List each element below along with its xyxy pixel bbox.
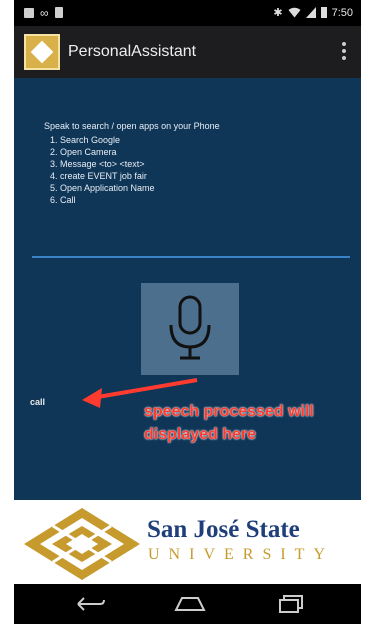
instruction-item: 6. Call [50,195,76,205]
annotation-text: speech processed will displayed here [144,400,314,446]
main-content: Speak to search / open apps on your Phon… [14,78,361,500]
annotation-line-1: speech processed will [144,403,314,420]
action-bar: PersonalAssistant [14,26,361,78]
battery-icon [320,7,327,18]
instruction-item: 2. Open Camera [50,147,117,157]
voicemail-icon: ∞ [40,5,49,20]
recent-apps-icon[interactable] [272,592,306,614]
status-left-icons: ∞ [24,5,63,20]
back-icon[interactable] [74,592,108,614]
input-underline [32,256,350,258]
bluetooth-icon: ✱ [273,7,283,19]
university-logo-banner: San José State UNIVERSITY [14,500,361,584]
notification-icon [54,7,63,18]
clock: 7:50 [331,6,353,19]
annotation-line-2: displayed here [144,426,257,443]
image-icon [24,7,34,18]
overflow-menu-icon[interactable] [341,42,347,62]
status-bar: ∞ ✱ 7:50 [14,0,361,26]
university-subtitle: UNIVERSITY [148,546,334,563]
university-name: San José State [147,516,300,543]
instructions-intro: Speak to search / open apps on your Phon… [44,121,220,131]
status-right-icons: ✱ 7:50 [273,6,353,20]
instruction-item: 4. create EVENT job fair [50,171,147,181]
speech-result-text: call [30,397,46,407]
instruction-item: 1. Search Google [50,135,121,145]
signal-icon [305,7,316,18]
sjsu-logo-icon[interactable] [24,34,60,70]
home-icon[interactable] [172,592,208,614]
wifi-icon [288,7,301,18]
navigation-bar [14,584,361,624]
microphone-icon [169,295,211,360]
instruction-item: 3. Message <to> <text> [50,159,145,169]
instructions-text: Speak to search / open apps on your Phon… [44,120,220,206]
app-title: PersonalAssistant [68,43,197,60]
sjsu-seal-icon [24,508,140,580]
instruction-item: 5. Open Application Name [50,183,155,193]
phone-frame: ∞ ✱ 7:50 PersonalAssistant Speak to sear… [14,0,361,624]
microphone-button[interactable] [141,283,239,375]
